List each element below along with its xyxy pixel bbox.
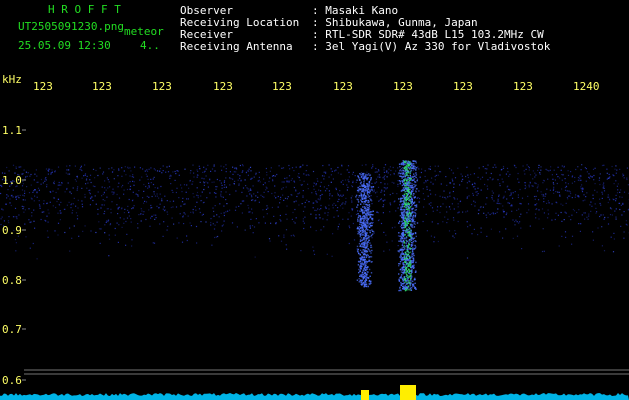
time-tick-label: 123 [513,80,533,93]
y-tick-label: 0.7 [2,323,22,336]
reference-lines [24,369,629,375]
y-tick-label: 0.6 [2,374,22,387]
axis-ticks: 1.1 1.0 0.9 0.8 0.7 0.6 123 123 123 123 123 123 123 1… [2,80,600,387]
app-title: H R O F F T [48,3,121,16]
time-tick-label: 123 [92,80,112,93]
time-tick-label: 123 [393,80,413,93]
time-tick-label: 123 [333,80,353,93]
y-tick-label: 0.8 [2,274,22,287]
time-tick-label: 1240 [573,80,600,93]
antenna-value: : 3el Yagi(V) Az 330 for Vladivostok [312,40,551,53]
signal-level-trace [0,385,629,400]
y-tick-label: 1.1 [2,124,22,137]
antenna-label: Receiving Antenna [180,40,293,53]
time-tick-label: 123 [213,80,233,93]
level-peak [361,390,369,400]
y-tick-label: 0.9 [2,224,22,237]
event-type-label: meteor [124,25,164,38]
spectrogram-plot: 1.1 1.0 0.9 0.8 0.7 0.6 123 123 123 123 123 123 123 1… [0,80,629,400]
time-tick-label: 123 [33,80,53,93]
time-tick-label: 123 [453,80,473,93]
event-count: 4.. [140,39,160,52]
timestamp: 25.05.09 12:30 [18,39,111,52]
header-panel: H R O F F T UT2505091230.png meteor 25.0… [0,0,629,74]
image-filename: UT2505091230.png [18,20,124,33]
level-peak [400,385,416,400]
time-tick-label: 123 [152,80,172,93]
noise-band [0,164,629,260]
meteor-echo-traces [355,160,419,292]
y-tick-label: 1.0 [2,174,22,187]
level-fill [0,393,629,400]
time-tick-label: 123 [272,80,292,93]
